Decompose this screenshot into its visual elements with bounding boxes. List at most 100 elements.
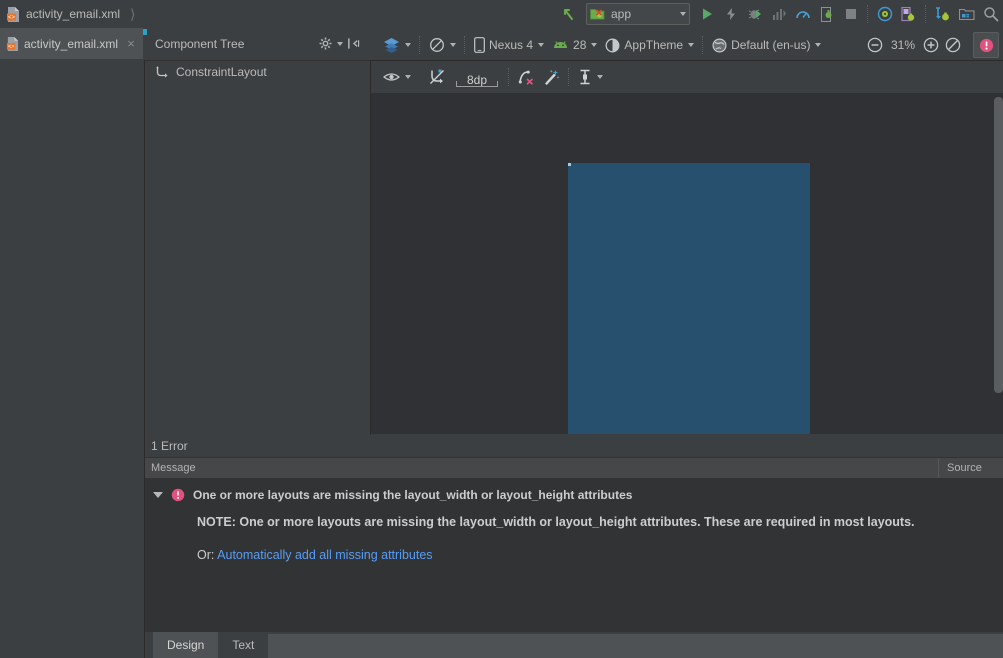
layers-icon: [383, 37, 400, 53]
run-config-label: app: [611, 7, 632, 21]
default-margin-stepper[interactable]: 8dp: [450, 65, 504, 89]
design-toolbar-divider-3: [702, 36, 704, 54]
chevron-down-icon[interactable]: [680, 12, 686, 16]
zoom-fit-icon[interactable]: [945, 37, 961, 53]
editor-tab-activity-email[interactable]: <> activity_email.xml ×: [0, 28, 143, 59]
message-row[interactable]: One or more layouts are missing the layo…: [145, 485, 1003, 505]
back-arrow-icon[interactable]: [557, 2, 581, 26]
svg-text:<>: <>: [8, 44, 15, 50]
device-preview-rect[interactable]: [568, 163, 810, 434]
chevron-down-icon[interactable]: [450, 43, 456, 47]
chevron-down-icon[interactable]: [815, 43, 822, 47]
chevron-down-icon[interactable]: [591, 43, 598, 47]
design-surface-canvas[interactable]: [371, 93, 1003, 434]
theme-select[interactable]: AppTheme: [601, 33, 698, 57]
message-fix-line: Or: Automatically add all missing attrib…: [197, 548, 1003, 562]
chevron-down-icon[interactable]: [597, 75, 603, 79]
device-select-label: Nexus 4: [489, 38, 534, 52]
chevron-down-icon[interactable]: [538, 43, 545, 47]
globe-icon: [712, 37, 727, 53]
clear-constraints-icon: [518, 69, 535, 85]
stop-icon[interactable]: [839, 2, 863, 26]
debug-icon[interactable]: [743, 2, 767, 26]
orientation-select[interactable]: [425, 33, 460, 57]
design-toolbar-row-2: 8dp: [371, 62, 1003, 92]
column-header-message[interactable]: Message: [145, 458, 939, 478]
chevron-down-icon[interactable]: [405, 75, 411, 79]
align-guidelines-button[interactable]: [574, 65, 607, 89]
xml-file-icon: <>: [6, 6, 20, 22]
active-tab-accent: [143, 29, 147, 35]
run-configuration-selector[interactable]: app: [586, 3, 690, 25]
device-select[interactable]: Nexus 4: [470, 33, 548, 57]
breadcrumb-file-label[interactable]: activity_email.xml: [26, 7, 120, 21]
error-icon: [171, 488, 185, 502]
infer-constraints-button[interactable]: [539, 65, 564, 89]
api-level-select[interactable]: 28: [548, 33, 601, 57]
resize-handle[interactable]: [568, 163, 571, 166]
margin-value-box[interactable]: 8dp: [454, 67, 500, 87]
locale-select-label: Default (en-us): [731, 38, 811, 52]
expanded-triangle-icon[interactable]: [153, 492, 163, 498]
svg-text:<>: <>: [8, 15, 16, 21]
apply-changes-icon[interactable]: [719, 2, 743, 26]
error-badge-icon[interactable]: [973, 32, 999, 58]
api-level-label: 28: [573, 38, 587, 52]
zoom-in-icon[interactable]: [923, 37, 939, 53]
sdk-manager-icon[interactable]: [873, 2, 897, 26]
layout-inspector-icon[interactable]: [897, 2, 921, 26]
zoom-out-icon[interactable]: [867, 37, 883, 53]
toggle-autoconnect-button[interactable]: [425, 65, 450, 89]
android-studio-window: <> activity_email.xml ⟩ app <> activity_…: [0, 0, 1003, 658]
xml-file-icon: <>: [6, 36, 19, 51]
tab-text[interactable]: Text: [218, 632, 268, 658]
design-toolbar-divider-5: [568, 68, 570, 86]
clear-constraints-button[interactable]: [514, 65, 539, 89]
editor-tab-label: activity_email.xml: [24, 36, 119, 51]
phone-icon: [474, 37, 485, 53]
rotate-icon: [429, 37, 445, 53]
design-mode-select[interactable]: [379, 33, 415, 57]
gear-icon[interactable]: [317, 32, 345, 56]
render-problems-panel: 1 Error Message Source One or more layou…: [145, 435, 1003, 633]
close-icon[interactable]: ×: [125, 37, 137, 50]
theme-select-label: AppTheme: [624, 38, 684, 52]
message-or-prefix: Or:: [197, 548, 215, 562]
search-everywhere-icon[interactable]: [979, 2, 1003, 26]
avd-manager-icon[interactable]: [815, 2, 839, 26]
zoom-controls: 31%: [867, 32, 1003, 58]
design-toolbar-row-1: Nexus 4 28 AppTheme Default (en-us) 31%: [371, 30, 1003, 60]
column-header-source[interactable]: Source: [939, 458, 1003, 478]
messages-column-headers: Message Source: [145, 458, 1003, 479]
android-module-icon: [590, 7, 605, 21]
margin-bracket-icon: [456, 81, 498, 87]
component-tree-item-label: ConstraintLayout: [176, 65, 267, 79]
locale-select[interactable]: Default (en-us): [708, 33, 825, 57]
autoconnect-off-icon: [429, 69, 446, 85]
profiler-icon[interactable]: [791, 2, 815, 26]
run-with-coverage-icon[interactable]: [767, 2, 791, 26]
component-tree-item-constraintlayout[interactable]: ConstraintLayout: [145, 61, 370, 83]
auto-add-attributes-link[interactable]: Automatically add all missing attributes: [217, 548, 432, 562]
left-bottom-strip: [0, 632, 144, 658]
component-tree-panel[interactable]: ConstraintLayout: [145, 60, 371, 435]
canvas-vertical-scrollbar[interactable]: [994, 97, 1003, 393]
component-tree-title: Component Tree: [155, 36, 245, 51]
toolbar-divider: [867, 5, 869, 23]
tab-design[interactable]: Design: [153, 632, 219, 658]
collapse-all-icon[interactable]: [345, 32, 362, 56]
chevron-down-icon[interactable]: [688, 43, 695, 47]
avd-device-manager-icon[interactable]: [955, 2, 979, 26]
magic-wand-icon: [543, 69, 560, 85]
design-toolbar-divider-4: [508, 68, 510, 86]
chevron-down-icon[interactable]: [337, 41, 343, 46]
chevron-down-icon[interactable]: [405, 43, 411, 47]
run-icon[interactable]: [695, 2, 719, 26]
project-side-panel: [0, 60, 145, 658]
zoom-percent-label: 31%: [890, 38, 916, 52]
project-structure-icon[interactable]: [931, 2, 955, 26]
design-toolbar-divider-2: [464, 36, 466, 54]
guideline-icon: [578, 69, 592, 85]
view-options-button[interactable]: [379, 65, 415, 89]
tabbar-filler: [268, 634, 1003, 658]
